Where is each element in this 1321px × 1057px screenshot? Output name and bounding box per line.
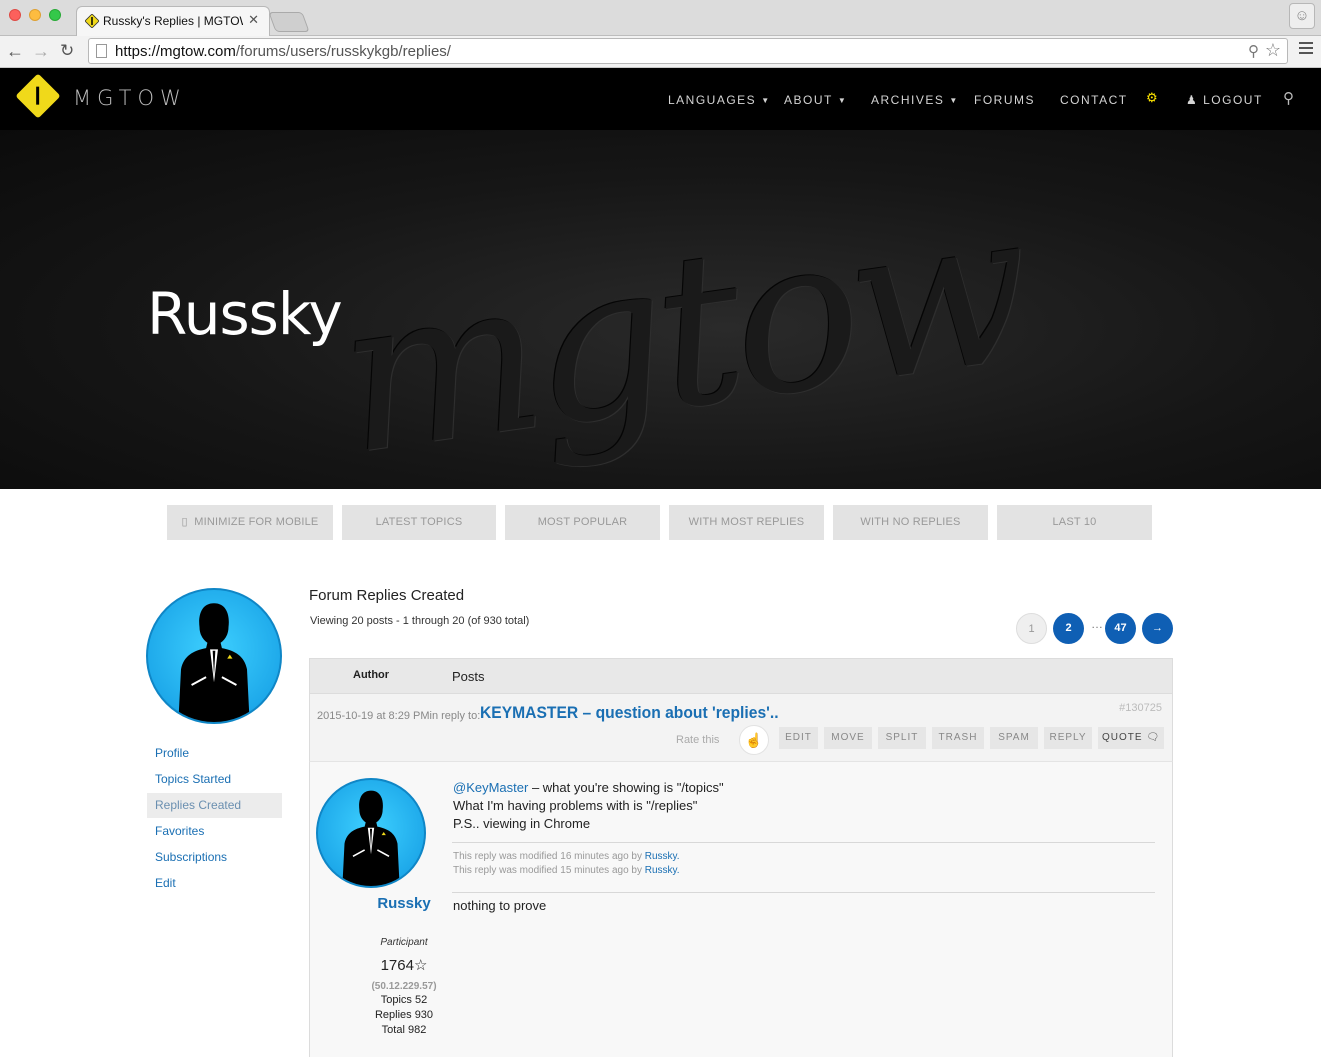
posts-column-header: Posts [452, 669, 485, 684]
reply-author-avatar[interactable] [316, 778, 426, 888]
author-column-header: Author [353, 669, 390, 681]
sidebar-item-topics-started[interactable]: Topics Started [147, 767, 282, 792]
reply-header: 2015-10-19 at 8:29 PMin reply to: KEYMAS… [309, 694, 1173, 761]
modified-note: This reply was modified 15 minutes ago b… [453, 865, 680, 876]
businessman-silhouette-icon [178, 603, 250, 722]
reply-button[interactable]: REPLY [1044, 727, 1092, 749]
signature-text: nothing to prove [453, 898, 547, 913]
modified-by-link[interactable]: Russky. [645, 851, 680, 862]
person-icon: ♟ [1186, 93, 1199, 107]
window-zoom-button[interactable] [49, 9, 61, 21]
author-total-count: Total 982 [381, 1024, 427, 1036]
author-reputation: 1764☆ [380, 957, 428, 974]
businessman-silhouette-icon [342, 790, 400, 886]
mention-link[interactable]: @KeyMaster [453, 780, 528, 795]
back-arrow-icon[interactable]: ← [6, 41, 24, 62]
viewing-count: Viewing 20 posts - 1 through 20 (of 930 … [310, 615, 530, 627]
with-most-replies-button[interactable]: WITH MOST REPLIES [669, 505, 824, 540]
nav-languages[interactable]: LANGUAGES ▼ [668, 93, 771, 107]
page-1-current: 1 [1016, 613, 1047, 644]
divider [452, 842, 1155, 843]
pagination-dots: … [1091, 617, 1103, 631]
site-navbar: MGTOW LANGUAGES ▼ ABOUT ▼ ARCHIVES ▼ FORUMS… [0, 68, 1321, 130]
user-avatar[interactable] [146, 588, 282, 724]
nav-archives[interactable]: ARCHIVES ▼ [871, 93, 959, 107]
spam-button[interactable]: SPAM [990, 727, 1038, 749]
reply-permalink[interactable]: #130725 [1119, 702, 1162, 714]
hero-background-script: mgtow [326, 163, 1038, 489]
reply-line-2: What I'm having problems with is "/repli… [453, 798, 698, 813]
mgtow-favicon-icon [85, 14, 99, 28]
search-icon[interactable]: ⚲ [1283, 89, 1294, 107]
browser-tab-strip: Russky's Replies | MGTOW ✕ ☺ [0, 0, 1321, 36]
sidebar-item-replies-created[interactable]: Replies Created [147, 793, 282, 818]
bookmark-star-icon[interactable]: ☆ [1265, 40, 1281, 61]
signature-divider [452, 892, 1155, 893]
mgtow-logo-icon[interactable] [15, 73, 61, 119]
minimize-for-mobile-button[interactable]: ▯ MINIMIZE FOR MOBILE [167, 505, 333, 540]
reply-topic-link[interactable]: KEYMASTER – question about 'replies'.. [480, 703, 779, 723]
url-text[interactable]: https://mgtow.com/forums/users/russkykgb… [115, 43, 451, 60]
reload-icon[interactable]: ↻ [60, 41, 74, 61]
quote-button[interactable]: QUOTE 🗨 [1098, 727, 1164, 749]
page-icon [96, 44, 107, 58]
thumbs-up-icon[interactable]: ☝ [739, 725, 769, 755]
mobile-phone-icon: ▯ [181, 516, 188, 528]
site-logo-text[interactable]: MGTOW [73, 86, 187, 110]
reply-body: Russky Participant 1764☆ (50.12.229.57) … [309, 761, 1173, 1057]
browser-tab-active[interactable]: Russky's Replies | MGTOW ✕ [76, 6, 270, 36]
search-icon[interactable]: ⚲ [1248, 42, 1259, 60]
page-2-link[interactable]: 2 [1053, 613, 1084, 644]
gear-icon[interactable]: ⚙ [1146, 90, 1158, 106]
author-topics-count: Topics 52 [380, 994, 428, 1006]
reply-date: 2015-10-19 at 8:29 PMin reply to: [317, 710, 481, 722]
tab-title: Russky's Replies | MGTOW [103, 14, 243, 28]
author-role: Participant [380, 937, 428, 948]
browser-toolbar: ← → ↻ https://mgtow.com/forums/users/rus… [0, 36, 1321, 68]
move-button[interactable]: MOVE [824, 727, 872, 749]
window-minimize-button[interactable] [29, 9, 41, 21]
page-title: Russky [147, 280, 343, 348]
modified-by-link[interactable]: Russky. [645, 865, 680, 876]
window-close-button[interactable] [9, 9, 21, 21]
sidebar-item-profile[interactable]: Profile [147, 741, 282, 766]
sidebar-item-favorites[interactable]: Favorites [147, 819, 282, 844]
browser-profile-icon[interactable]: ☺ [1289, 3, 1315, 29]
star-icon: ☆ [413, 957, 428, 974]
reply-line-3: P.S.. viewing in Chrome [453, 816, 591, 831]
reply-line-1: @KeyMaster – what you're showing is "/to… [453, 780, 724, 795]
author-ip: (50.12.229.57) [371, 981, 437, 992]
replies-table-header: Author Posts [309, 658, 1173, 694]
split-button[interactable]: SPLIT [878, 727, 926, 749]
new-tab-button[interactable] [268, 12, 310, 32]
sidebar-item-subscriptions[interactable]: Subscriptions [147, 845, 282, 870]
section-title: Forum Replies Created [309, 587, 465, 604]
page-47-link[interactable]: 47 [1105, 613, 1136, 644]
forward-arrow-icon[interactable]: → [32, 41, 50, 62]
reply-author-name[interactable]: Russky [344, 895, 464, 912]
browser-menu-icon[interactable] [1299, 42, 1313, 56]
rate-this-label: Rate this [676, 734, 720, 746]
with-no-replies-button[interactable]: WITH NO REPLIES [833, 505, 988, 540]
nav-about[interactable]: ABOUT ▼ [784, 93, 847, 107]
trash-button[interactable]: TRASH [932, 727, 984, 749]
edit-button[interactable]: EDIT [779, 727, 818, 749]
author-replies-count: Replies 930 [374, 1009, 434, 1021]
sidebar-item-edit[interactable]: Edit [147, 871, 282, 896]
nav-logout[interactable]: ♟ LOGOUT [1186, 93, 1263, 107]
address-bar[interactable]: https://mgtow.com/forums/users/russkykgb… [88, 38, 1288, 64]
most-popular-button[interactable]: MOST POPULAR [505, 505, 660, 540]
nav-forums[interactable]: FORUMS [974, 93, 1035, 107]
speech-bubble-icon: 🗨 [1146, 732, 1161, 743]
last-10-button[interactable]: LAST 10 [997, 505, 1152, 540]
tab-close-icon[interactable]: ✕ [248, 12, 259, 28]
modified-note: This reply was modified 16 minutes ago b… [453, 851, 680, 862]
latest-topics-button[interactable]: LATEST TOPICS [342, 505, 496, 540]
hero-banner: mgtow Russky [0, 130, 1321, 489]
next-page-arrow-icon[interactable]: → [1142, 613, 1173, 644]
nav-contact[interactable]: CONTACT [1060, 93, 1128, 107]
